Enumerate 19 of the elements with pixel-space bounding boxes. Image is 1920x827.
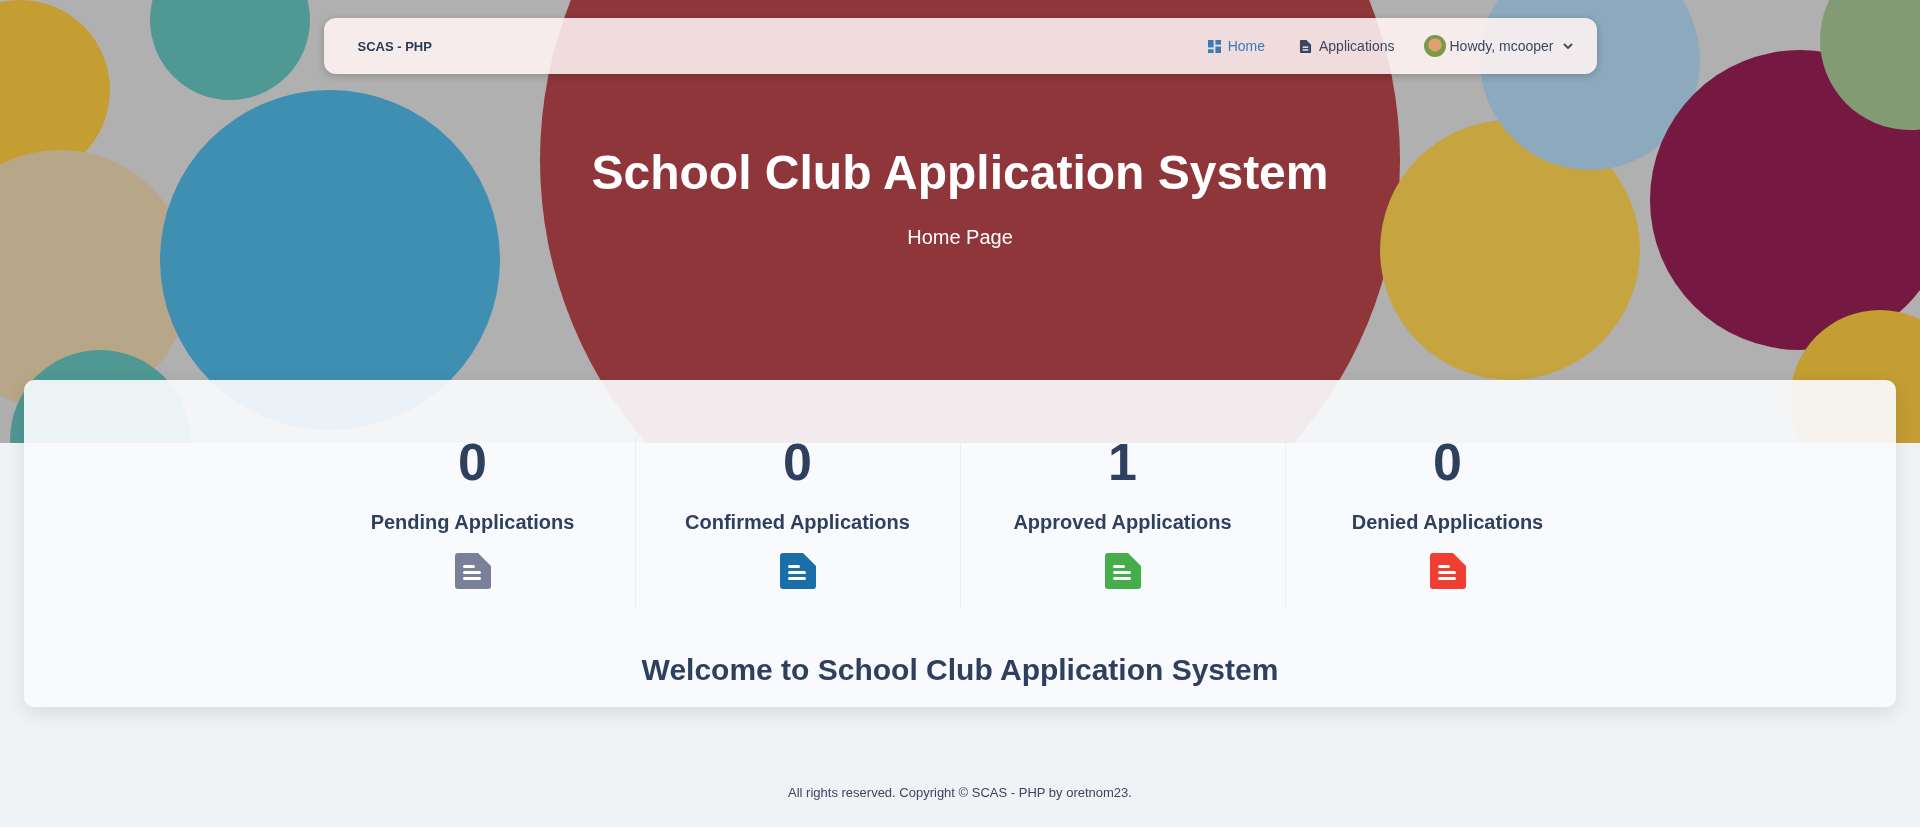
stat-count: 0 (458, 436, 487, 488)
brand-name[interactable]: SCAS - PHP (357, 38, 432, 54)
footer-text: All rights reserved. Copyright © SCAS - PHP by oretnom23. (788, 785, 1132, 800)
dashboard-icon (1207, 39, 1221, 53)
document-icon (1299, 39, 1312, 53)
stat-label: Denied Applications (1351, 511, 1544, 534)
stat-label: Pending Applications (370, 511, 575, 534)
stat-count: 1 (1108, 436, 1137, 488)
nav-link[interactable]: Applications (1287, 32, 1407, 60)
page-subtitle: Home Page (907, 226, 1013, 249)
user-menu[interactable]: Howdy, mcooper (1416, 29, 1573, 63)
avatar (1424, 35, 1447, 57)
page-title: School Club Application System (591, 145, 1329, 200)
stat-count: 0 (783, 436, 812, 488)
welcome-heading: Welcome to School Club Application System (641, 653, 1279, 687)
stat-count: 0 (1433, 436, 1462, 488)
caret-icon (1562, 43, 1573, 49)
stat-label: Approved Applications (1013, 511, 1232, 534)
stat-label: Confirmed Applications (685, 511, 910, 534)
